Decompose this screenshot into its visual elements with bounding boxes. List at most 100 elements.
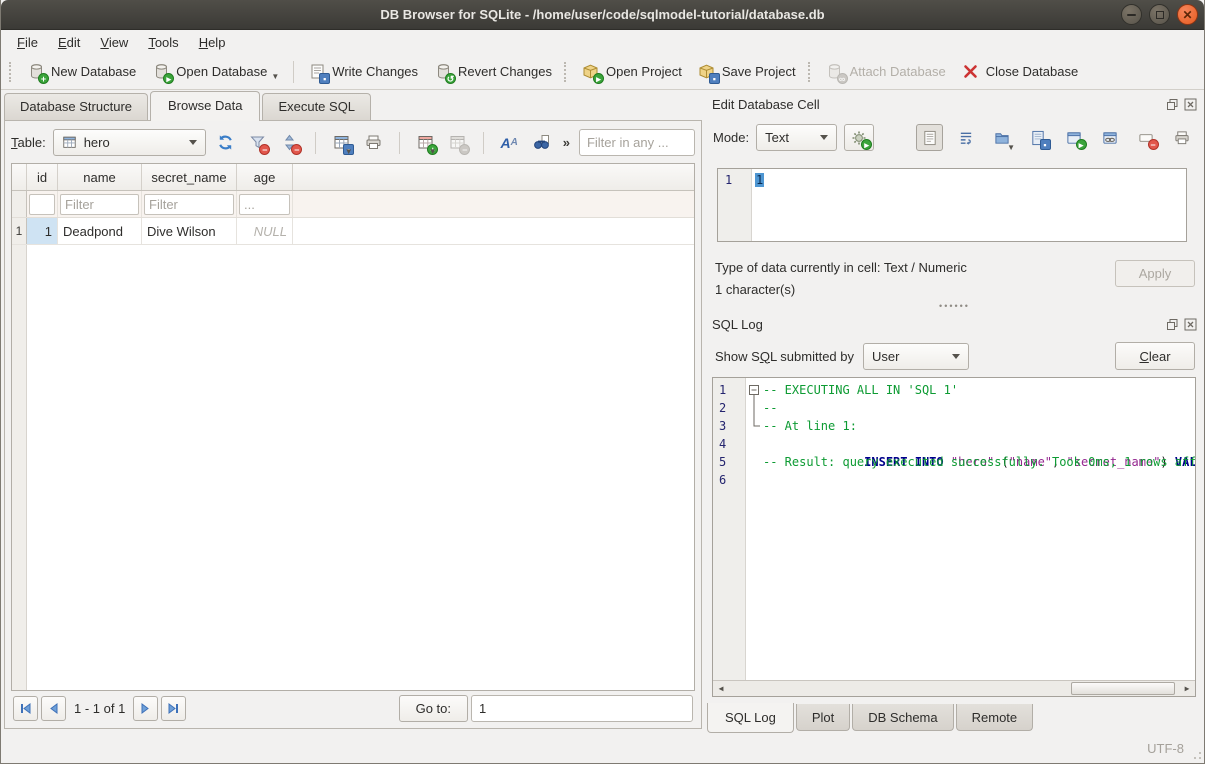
scroll-right-arrow[interactable]: ▶ xyxy=(1179,681,1195,696)
print-button[interactable] xyxy=(361,130,386,155)
menu-help[interactable]: Help xyxy=(189,32,236,53)
maximize-icon xyxy=(1156,11,1164,19)
filter-input-id[interactable] xyxy=(29,194,55,215)
sql-log-dock: SQL Log Show SQL submitted by User xyxy=(704,310,1205,704)
clear-sorting-button[interactable]: − xyxy=(277,130,302,155)
open-project-button[interactable]: ▸ Open Project xyxy=(574,59,690,85)
filter-input-secret-name[interactable] xyxy=(144,194,234,215)
column-header-name[interactable]: name xyxy=(58,164,142,190)
filter-cell-id xyxy=(27,191,58,217)
filter-input-name[interactable] xyxy=(60,194,139,215)
mode-auto-button[interactable]: ▸ xyxy=(844,124,874,151)
dock-tab-plot[interactable]: Plot xyxy=(796,704,850,731)
toolbar-grip[interactable] xyxy=(564,62,570,82)
filter-cell-name xyxy=(58,191,142,217)
mode-select[interactable]: Text xyxy=(756,124,837,151)
open-database-button[interactable]: ▸ Open Database ▼ xyxy=(144,59,287,85)
record-delete-icon: − xyxy=(448,134,466,152)
column-header-age[interactable]: age xyxy=(237,164,293,190)
global-filter-input[interactable] xyxy=(579,129,695,156)
menu-view[interactable]: View xyxy=(90,32,138,53)
dock-tab-remote[interactable]: Remote xyxy=(956,704,1034,731)
word-wrap-button[interactable] xyxy=(952,124,979,151)
dock-float-button[interactable] xyxy=(1165,317,1180,332)
chevron-down-icon xyxy=(189,140,197,145)
close-button[interactable]: ✕ xyxy=(1177,4,1198,25)
window-controls: ✕ xyxy=(1121,4,1198,25)
scroll-left-arrow[interactable]: ◀ xyxy=(713,681,729,696)
dock-close-button[interactable] xyxy=(1183,97,1198,112)
close-database-button[interactable]: Close Database xyxy=(954,59,1087,85)
dock-tab-db-schema[interactable]: DB Schema xyxy=(852,704,953,731)
titlebar[interactable]: DB Browser for SQLite - /home/user/code/… xyxy=(1,0,1204,30)
dock-tab-sql-log[interactable]: SQL Log xyxy=(707,703,794,733)
dock-float-button[interactable] xyxy=(1165,97,1180,112)
corner-header[interactable] xyxy=(12,164,27,190)
clear-filters-button[interactable]: − xyxy=(245,130,270,155)
export-data-button[interactable]: ▸ xyxy=(1060,124,1087,151)
clear-button[interactable]: Clear xyxy=(1115,342,1195,370)
goto-input[interactable] xyxy=(471,695,693,722)
cell-age[interactable]: NULL xyxy=(237,218,293,244)
tab-database-structure[interactable]: Database Structure xyxy=(4,93,148,120)
refresh-button[interactable] xyxy=(213,130,238,155)
scroll-track[interactable] xyxy=(729,681,1179,696)
column-header-secret-name[interactable]: secret_name xyxy=(142,164,237,190)
format-font-button[interactable]: AA xyxy=(497,130,522,155)
database-write-icon: ▪ xyxy=(308,63,326,81)
code-line: -- xyxy=(763,399,1195,417)
tab-browse-data[interactable]: Browse Data xyxy=(150,91,260,121)
cell-content[interactable]: 1 xyxy=(752,169,767,241)
filter-cell-secret-name xyxy=(142,191,237,217)
set-null-button[interactable]: − xyxy=(1132,124,1159,151)
toolbar-grip[interactable] xyxy=(9,62,15,82)
table-select[interactable]: hero xyxy=(53,129,206,156)
grid-filter-row xyxy=(12,191,694,218)
project-open-icon: ▸ xyxy=(582,63,600,81)
print-cell-button[interactable] xyxy=(1168,124,1195,151)
nav-next-button[interactable] xyxy=(133,696,158,721)
open-file-button[interactable]: ▼ xyxy=(988,124,1015,151)
cell-secret-name[interactable]: Dive Wilson xyxy=(142,218,237,244)
import-data-button[interactable]: ▪ xyxy=(1024,124,1051,151)
cell-name[interactable]: Deadpond xyxy=(58,218,142,244)
write-changes-button[interactable]: ▪ Write Changes xyxy=(300,59,426,85)
minimize-button[interactable] xyxy=(1121,4,1142,25)
new-database-button[interactable]: + New Database xyxy=(19,59,144,85)
toolbar-grip[interactable] xyxy=(808,62,814,82)
tab-execute-sql[interactable]: Execute SQL xyxy=(262,93,371,120)
export-table-button[interactable]: ▪ ▼ xyxy=(329,130,354,155)
new-record-button[interactable]: + ▼ xyxy=(413,130,438,155)
resize-grip[interactable] xyxy=(1190,749,1202,761)
sql-source-select[interactable]: User xyxy=(863,343,969,370)
goto-button[interactable]: Go to: xyxy=(399,695,468,722)
find-replace-button[interactable] xyxy=(529,130,554,155)
cell-char-count: 1 character(s) xyxy=(715,282,795,297)
revert-changes-button[interactable]: ↺ Revert Changes xyxy=(426,59,560,85)
sql-log-editor[interactable]: 1 2 3 4 5 6 - xyxy=(712,377,1196,697)
dock-close-button[interactable] xyxy=(1183,317,1198,332)
menu-file[interactable]: File xyxy=(7,32,48,53)
copy-link-button[interactable] xyxy=(1096,124,1123,151)
splitter-handle[interactable]: •••••• xyxy=(704,302,1205,310)
nav-first-button[interactable] xyxy=(13,696,38,721)
h-scrollbar[interactable]: ◀ ▶ xyxy=(713,680,1195,696)
chevron-down-icon xyxy=(820,135,828,140)
row-header[interactable]: 1 xyxy=(12,218,27,244)
chevron-down-icon: ▼ xyxy=(345,147,353,156)
toolbar-overflow-chevron[interactable]: » xyxy=(561,135,572,150)
nav-prev-button[interactable] xyxy=(41,696,66,721)
filter-input-age[interactable] xyxy=(239,194,290,215)
menu-edit[interactable]: Edit xyxy=(48,32,90,53)
scroll-thumb[interactable] xyxy=(1071,682,1175,695)
cell-editor[interactable]: 1 1 xyxy=(717,168,1187,242)
line-number: 2 xyxy=(719,399,745,417)
menu-tools[interactable]: Tools xyxy=(138,32,188,53)
maximize-button[interactable] xyxy=(1149,4,1170,25)
save-project-button[interactable]: ▪ Save Project xyxy=(690,59,804,85)
fold-margin[interactable] xyxy=(747,381,762,680)
cell-id[interactable]: 1 xyxy=(27,218,58,244)
column-header-id[interactable]: id xyxy=(27,164,58,190)
nav-last-button[interactable] xyxy=(161,696,186,721)
text-mode-button[interactable] xyxy=(916,124,943,151)
